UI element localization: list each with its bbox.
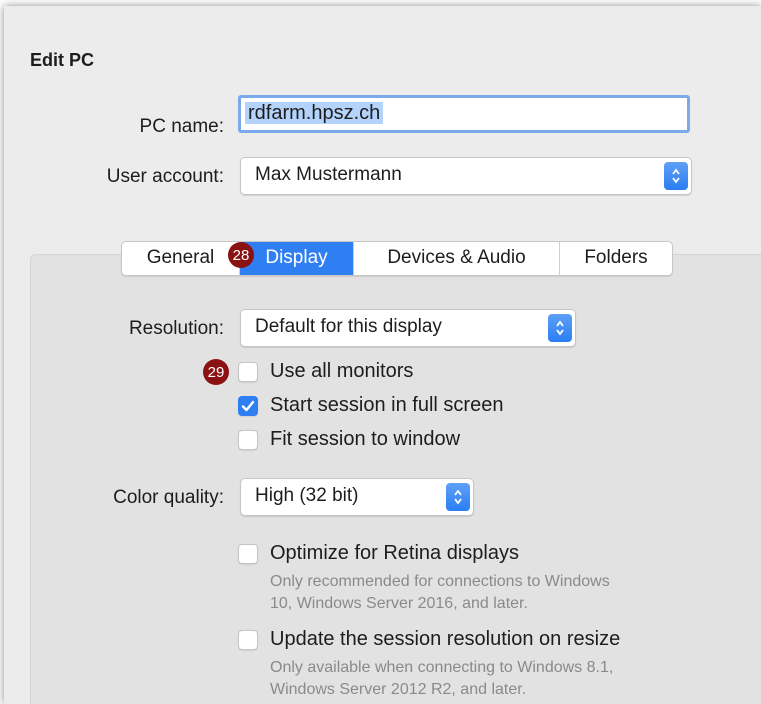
chevron-up-down-icon [664,162,688,190]
tab-bar: General Display Devices & Audio Folders [121,241,673,276]
user-account-label: User account: [106,166,224,187]
use-all-monitors-label: Use all monitors [270,360,414,382]
update-resolution-label: Update the session resolution on resize [270,628,621,650]
chevron-up-down-icon [446,483,470,511]
update-resolution-note: Only available when connecting to Window… [270,657,740,701]
fit-session-checkbox[interactable] [238,430,258,450]
step-badge-29: 29 [203,359,229,385]
retina-checkbox[interactable] [238,544,258,564]
retina-note: Only recommended for connections to Wind… [270,571,740,615]
pc-name-label: PC name: [139,116,224,137]
color-quality-label: Color quality: [113,487,224,508]
retina-note-line-2: 10, Windows Server 2016, and later. [270,595,528,612]
resolution-label: Resolution: [128,318,224,339]
tab-folders[interactable]: Folders [560,242,672,275]
step-badge-28: 28 [228,242,254,268]
full-screen-label: Start session in full screen [270,394,504,416]
fit-session-label: Fit session to window [270,428,461,450]
retina-label: Optimize for Retina displays [270,542,519,564]
tab-devices-audio[interactable]: Devices & Audio [354,242,560,275]
use-all-monitors-checkbox[interactable] [238,362,258,382]
retina-note-line-1: Only recommended for connections to Wind… [270,573,610,590]
color-quality-popup[interactable]: High (32 bit) [240,478,474,516]
update-resolution-note-line-2: Windows Server 2012 R2, and later. [270,681,527,698]
tab-display[interactable]: Display [240,242,354,275]
chevron-up-down-icon [548,314,572,342]
checkmark-icon [241,400,255,412]
update-resolution-checkbox[interactable] [238,630,258,650]
pc-name-value: rdfarm.hpsz.ch [245,102,384,124]
update-resolution-note-line-1: Only available when connecting to Window… [270,659,614,676]
edit-pc-dialog: Edit PC PC name: rdfarm.hpsz.ch User acc… [4,6,761,704]
tab-general[interactable]: General [122,242,240,275]
color-quality-value: High (32 bit) [255,485,359,506]
resolution-popup[interactable]: Default for this display [240,309,576,347]
dialog-title: Edit PC [30,50,95,70]
user-account-popup[interactable]: Max Mustermann [240,157,692,195]
resolution-value: Default for this display [255,316,442,337]
pc-name-input[interactable]: rdfarm.hpsz.ch [238,95,690,133]
full-screen-checkbox[interactable] [238,396,258,416]
user-account-value: Max Mustermann [255,164,402,185]
